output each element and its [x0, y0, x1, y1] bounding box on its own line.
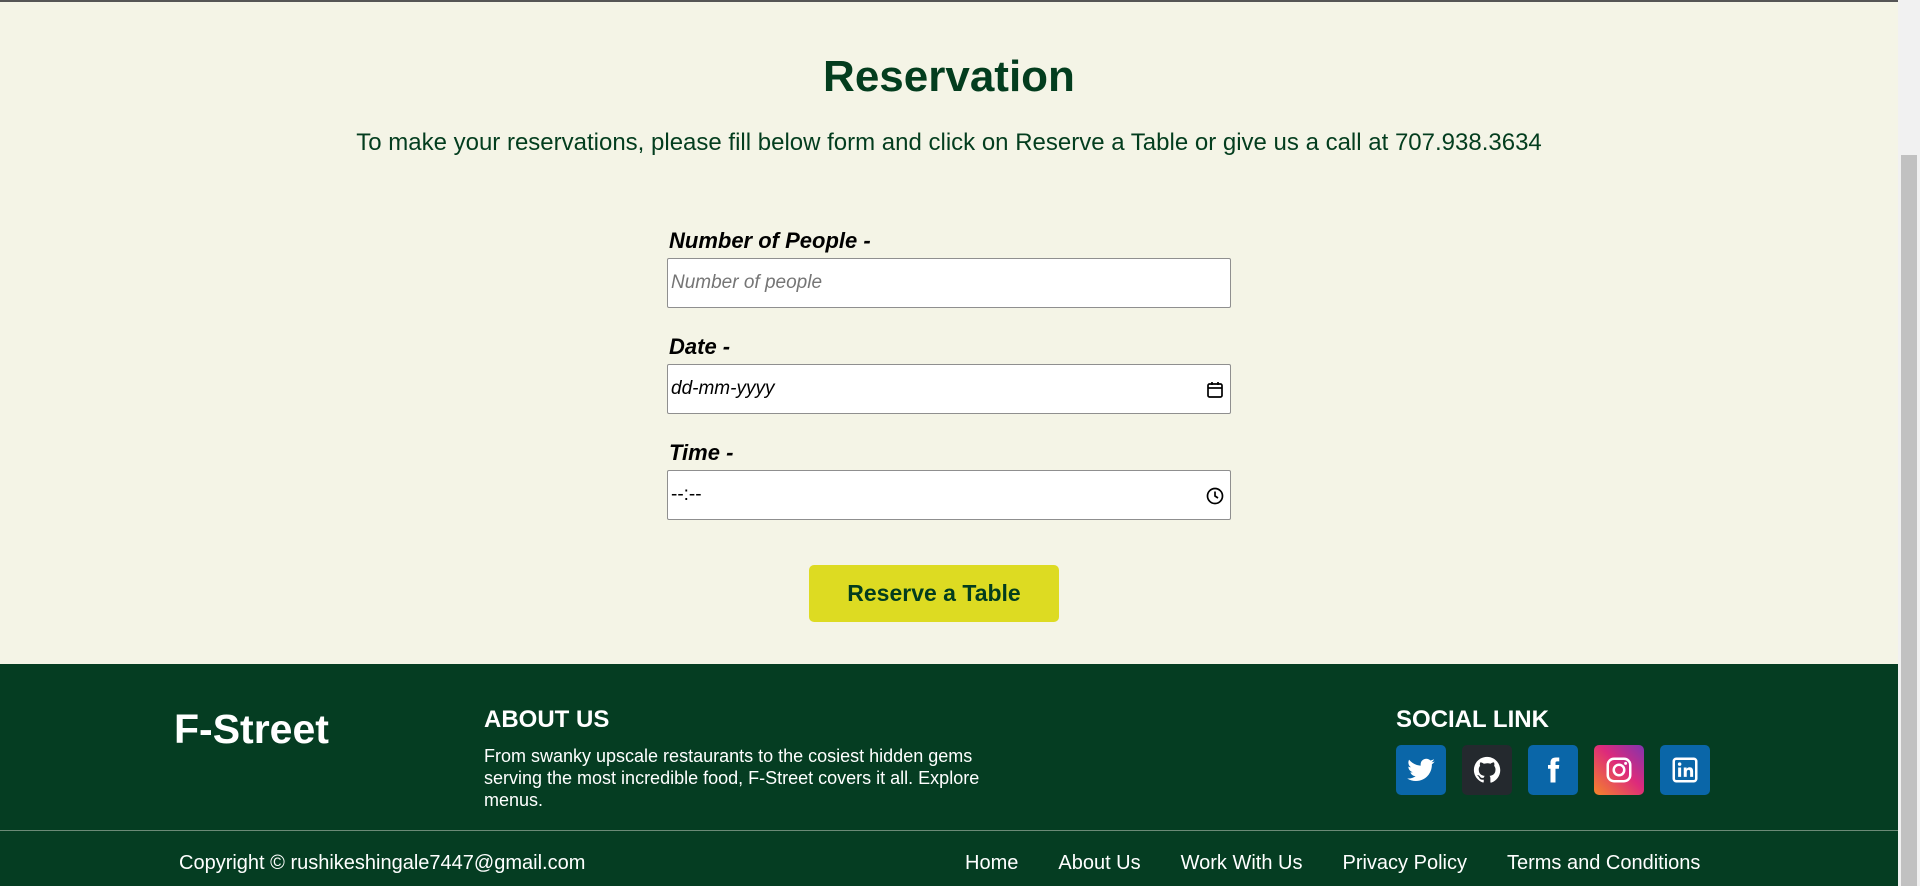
footer-link-work-with-us[interactable]: Work With Us — [1181, 852, 1303, 875]
date-value: dd-mm-yyyy — [671, 378, 775, 399]
footer-link-privacy-policy[interactable]: Privacy Policy — [1342, 852, 1466, 875]
scrollbar[interactable] — [1898, 0, 1920, 886]
social-title: SOCIAL LINK — [1396, 706, 1549, 733]
reserve-table-button[interactable]: Reserve a Table — [809, 565, 1059, 622]
date-label: Date - — [669, 334, 731, 359]
instagram-link[interactable] — [1594, 745, 1644, 795]
time-label: Time - — [669, 440, 734, 465]
about-text: From swanky upscale restaurants to the c… — [484, 746, 980, 810]
reservation-form: Number of People - Date - dd-mm-yyyy Tim… — [667, 224, 1231, 542]
social-links — [1396, 745, 1710, 795]
about-title: ABOUT US — [484, 706, 610, 733]
copyright-text: Copyright © rushikeshingale7447@gmail.co… — [179, 852, 586, 874]
footer-brand-logo[interactable]: F-Street — [174, 706, 329, 753]
date-input[interactable]: dd-mm-yyyy — [667, 364, 1231, 414]
page-title: Reservation — [823, 52, 1075, 101]
github-link[interactable] — [1462, 745, 1512, 795]
footer: F-Street ABOUT US From swanky upscale re… — [0, 664, 1898, 886]
time-value: --:-- — [671, 484, 702, 505]
footer-nav: Home About Us Work With Us Privacy Polic… — [965, 852, 1740, 875]
calendar-icon[interactable] — [1205, 380, 1225, 400]
scrollbar-thumb[interactable] — [1901, 155, 1917, 886]
twitter-link[interactable] — [1396, 745, 1446, 795]
facebook-icon — [1548, 757, 1560, 783]
twitter-icon — [1407, 758, 1435, 781]
facebook-link[interactable] — [1528, 745, 1578, 795]
footer-divider — [0, 830, 1898, 831]
linkedin-link[interactable] — [1660, 745, 1710, 795]
footer-link-about-us[interactable]: About Us — [1058, 852, 1140, 875]
people-label: Number of People - — [669, 228, 871, 253]
footer-link-home[interactable]: Home — [965, 852, 1018, 875]
page-subtitle: To make your reservations, please fill b… — [356, 129, 1542, 156]
footer-link-terms[interactable]: Terms and Conditions — [1507, 852, 1700, 875]
linkedin-icon — [1672, 757, 1698, 783]
people-input[interactable] — [668, 259, 1230, 307]
time-input[interactable]: --:-- — [667, 470, 1231, 520]
people-field-box — [667, 258, 1231, 308]
reservation-section: Reservation To make your reservations, p… — [0, 2, 1898, 664]
clock-icon[interactable] — [1205, 486, 1225, 506]
instagram-icon — [1606, 757, 1632, 783]
github-icon — [1473, 756, 1501, 783]
